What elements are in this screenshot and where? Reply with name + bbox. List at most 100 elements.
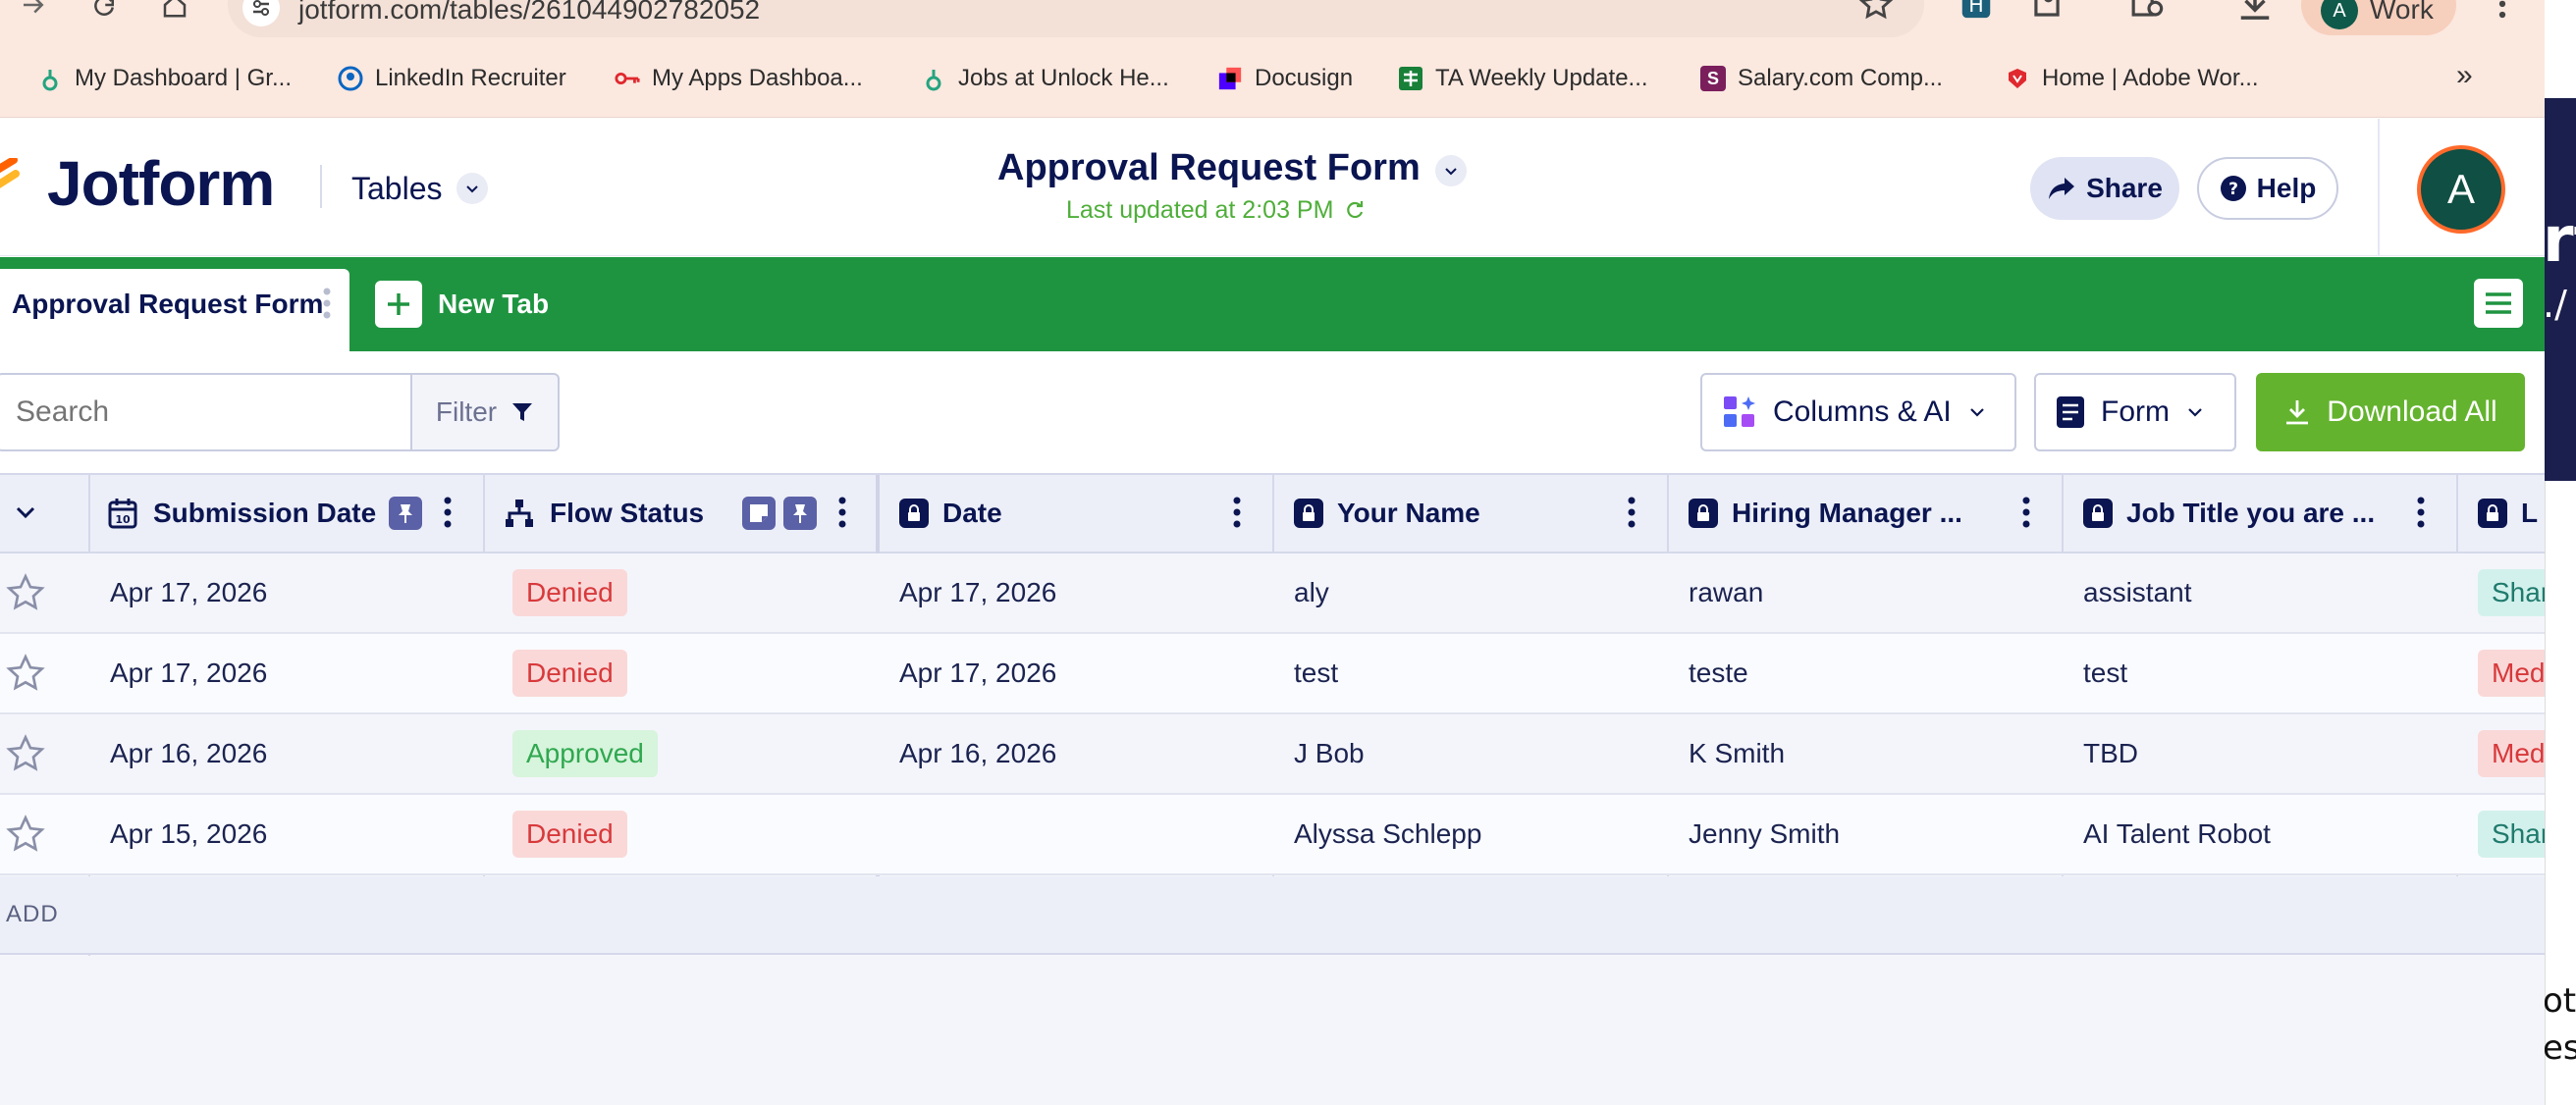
form-title-chevron-down-icon[interactable] xyxy=(1435,155,1467,186)
column-header-job-title[interactable]: Job Title you are ... xyxy=(2083,473,2378,553)
table-cell[interactable]: TBD xyxy=(2083,714,2437,793)
table-cell[interactable]: Denied xyxy=(512,634,866,712)
bookmark-item[interactable]: My Dashboard | Gr... xyxy=(37,61,292,96)
column-header-truncated[interactable]: L xyxy=(2478,473,2545,553)
reload-icon[interactable] xyxy=(84,0,124,29)
table-cell[interactable]: Jenny Smith xyxy=(1689,795,2042,873)
extension-h-icon[interactable]: H xyxy=(1958,0,1995,33)
tab-label[interactable]: Approval Request Form xyxy=(12,289,323,320)
table-cell[interactable]: Apr 17, 2026 xyxy=(110,553,463,632)
profile-label[interactable]: Work xyxy=(2370,0,2434,26)
cell-value: Apr 15, 2026 xyxy=(110,818,268,849)
column-label: Job Title you are ... xyxy=(2126,498,2376,528)
search-input[interactable] xyxy=(0,373,412,451)
table-cell[interactable]: Apr 17, 2026 xyxy=(110,634,463,712)
table-cell[interactable]: AI Talent Robot xyxy=(2083,795,2437,873)
bookmark-item[interactable]: TA Weekly Update... xyxy=(1398,61,1648,96)
star-icon[interactable] xyxy=(6,734,45,773)
table-cell[interactable]: Apr 17, 2026 xyxy=(899,553,1253,632)
extensions-puzzle-icon[interactable] xyxy=(2028,0,2066,33)
table-cell[interactable]: Shar xyxy=(2478,795,2545,873)
star-icon[interactable] xyxy=(6,654,45,693)
star-icon[interactable] xyxy=(6,573,45,612)
tables-menu[interactable]: Tables xyxy=(351,167,488,210)
lock-icon xyxy=(1294,499,1323,528)
chrome-menu-icon[interactable] xyxy=(2484,0,2521,33)
columns-ai-button[interactable]: Columns & AI xyxy=(1700,373,2016,451)
add-row-label[interactable]: ADD xyxy=(6,901,59,928)
table-cell[interactable]: teste xyxy=(1689,634,2042,712)
bookmark-item[interactable]: LinkedIn Recruiter xyxy=(338,61,566,96)
table-cell[interactable]: rawan xyxy=(1689,553,2042,632)
pin-icon[interactable] xyxy=(783,497,817,530)
bookmark-item[interactable]: Jobs at Unlock He... xyxy=(921,61,1169,96)
form-button[interactable]: Form xyxy=(2034,373,2236,451)
share-button[interactable]: Share xyxy=(2030,157,2179,220)
column-menu-icon[interactable] xyxy=(838,497,846,528)
new-tab-plus-icon[interactable] xyxy=(375,281,422,328)
table-cell[interactable]: test xyxy=(1294,634,1647,712)
bookmark-item[interactable]: My Apps Dashboa... xyxy=(615,61,863,96)
table-cell[interactable]: Apr 16, 2026 xyxy=(899,714,1253,793)
star-icon[interactable] xyxy=(6,815,45,854)
column-menu-icon[interactable] xyxy=(2417,497,2425,528)
url-text[interactable]: jotform.com/tables/261044902782052 xyxy=(298,0,760,26)
table-cell[interactable]: Shar xyxy=(2478,553,2545,632)
bookmark-item[interactable]: Docusign xyxy=(1217,61,1353,96)
forward-icon[interactable] xyxy=(14,0,53,29)
bookmark-star-icon[interactable] xyxy=(1857,0,1895,33)
table-cell[interactable]: Med xyxy=(2478,714,2545,793)
pin-icon[interactable] xyxy=(389,497,422,530)
column-menu-icon[interactable] xyxy=(1628,497,1636,528)
table-cell[interactable] xyxy=(899,795,1253,873)
hamburger-menu-icon[interactable] xyxy=(2474,279,2523,328)
table-cell[interactable]: assistant xyxy=(2083,553,2437,632)
column-header-hiring-manager[interactable]: Hiring Manager ... xyxy=(1689,473,1983,553)
note-icon[interactable] xyxy=(742,497,776,530)
jotform-logo-text[interactable]: Jotform xyxy=(47,147,275,220)
table-cell[interactable]: Apr 16, 2026 xyxy=(110,714,463,793)
add-row[interactable] xyxy=(0,876,2545,955)
select-all-chevron-icon[interactable] xyxy=(14,500,37,524)
table-cell[interactable]: Med xyxy=(2478,634,2545,712)
cell-value: AI Talent Robot xyxy=(2083,818,2271,849)
refresh-icon xyxy=(1347,201,1364,219)
column-header-submission-date[interactable]: 10 Submission Date xyxy=(108,473,383,553)
column-header-flow-status[interactable]: Flow Status xyxy=(505,473,740,553)
column-menu-icon[interactable] xyxy=(444,497,452,528)
column-menu-icon[interactable] xyxy=(1233,497,1241,528)
cell-value: assistant xyxy=(2083,577,2192,607)
bookmarks-overflow-icon[interactable]: » xyxy=(2456,59,2473,92)
form-title[interactable]: Approval Request Form xyxy=(997,147,1421,189)
filter-button[interactable]: Filter xyxy=(410,373,560,451)
table-cell[interactable]: Apr 15, 2026 xyxy=(110,795,463,873)
table-cell[interactable]: Apr 17, 2026 xyxy=(899,634,1253,712)
table-cell[interactable]: test xyxy=(2083,634,2437,712)
download-all-button[interactable]: Download All xyxy=(2256,373,2525,451)
bookmark-label: Docusign xyxy=(1255,65,1354,91)
downloads-icon[interactable] xyxy=(2236,0,2274,33)
last-updated-text: Last updated at 2:03 PM xyxy=(1066,196,1334,224)
lens-search-icon[interactable] xyxy=(2130,0,2168,33)
tab-options-icon[interactable] xyxy=(322,287,332,320)
help-button[interactable]: ? Help xyxy=(2197,157,2338,220)
table-cell[interactable]: aly xyxy=(1294,553,1647,632)
table-cell[interactable]: J Bob xyxy=(1294,714,1647,793)
bookmark-item[interactable]: S Salary.com Comp... xyxy=(1700,61,1943,96)
site-info-icon[interactable] xyxy=(242,0,281,27)
table-cell[interactable]: Alyssa Schlepp xyxy=(1294,795,1647,873)
table-cell[interactable]: Approved xyxy=(512,714,866,793)
column-header-your-name[interactable]: Your Name xyxy=(1294,473,1588,553)
home-icon[interactable] xyxy=(155,0,194,29)
download-icon xyxy=(2286,400,2309,425)
user-avatar[interactable]: A xyxy=(2417,145,2505,234)
column-menu-icon[interactable] xyxy=(2022,497,2030,528)
jotform-logo-mark[interactable] xyxy=(0,158,22,213)
new-tab-button[interactable]: New Tab xyxy=(438,289,549,320)
bookmark-item[interactable]: Home | Adobe Wor... xyxy=(2005,61,2259,96)
option-chip: Shar xyxy=(2478,811,2545,858)
table-cell[interactable]: K Smith xyxy=(1689,714,2042,793)
table-cell[interactable]: Denied xyxy=(512,553,866,632)
table-cell[interactable]: Denied xyxy=(512,795,866,873)
column-header-date[interactable]: Date xyxy=(899,473,1194,553)
